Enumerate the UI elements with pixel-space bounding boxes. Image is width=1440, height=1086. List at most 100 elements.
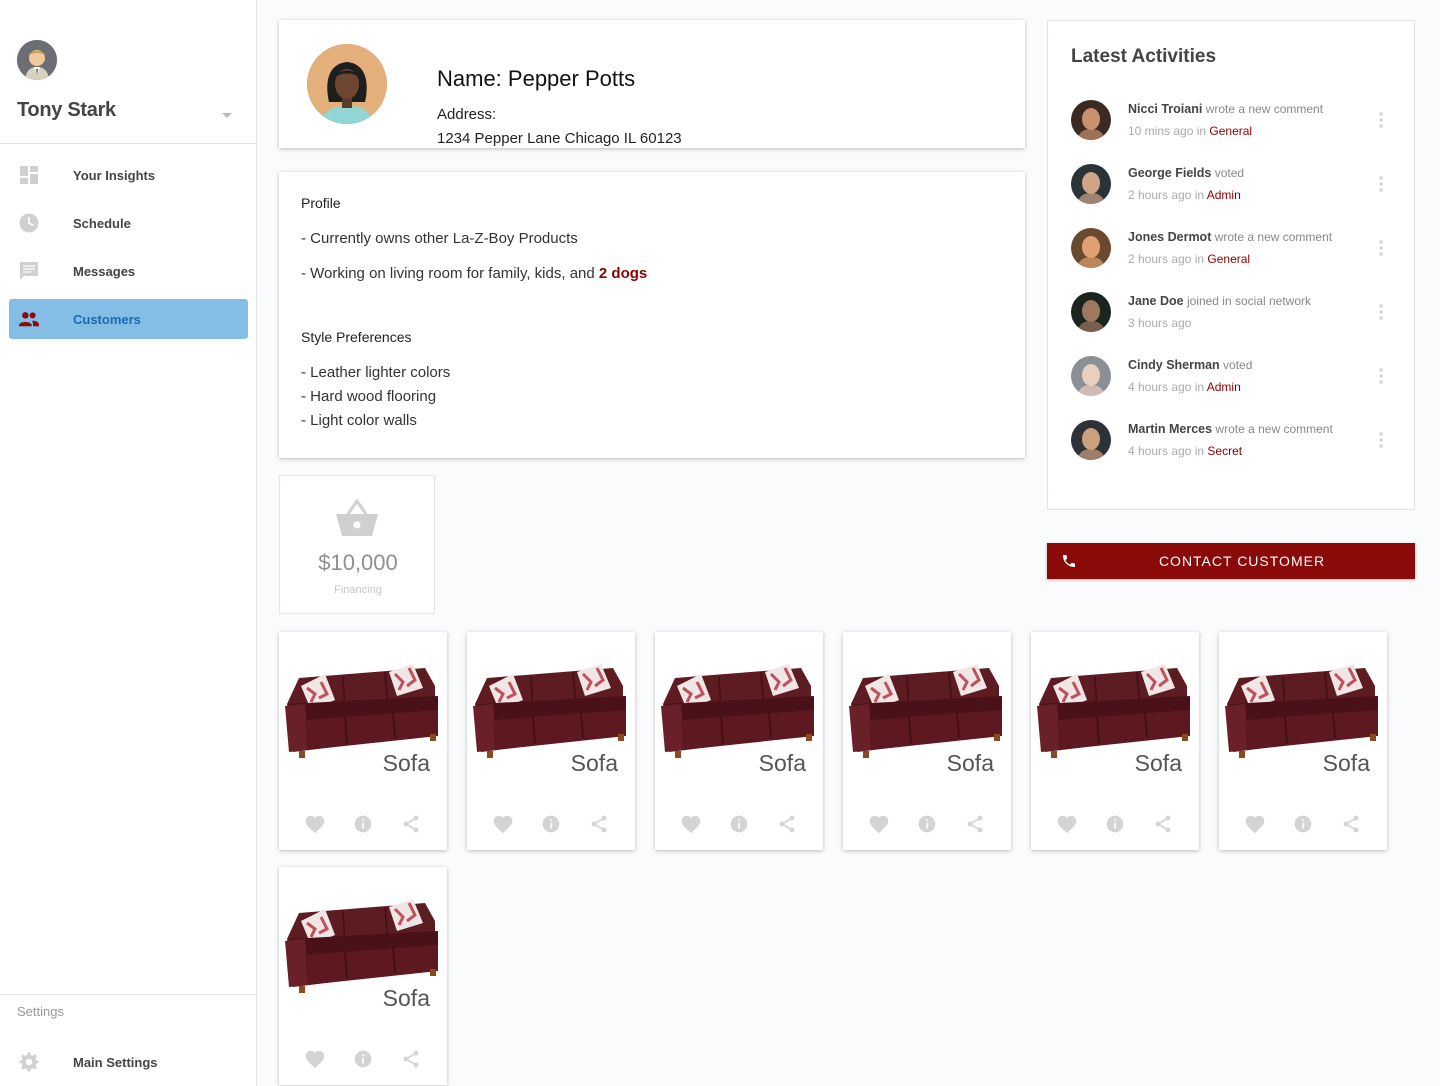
activity-text: Cindy Sherman voted: [1128, 358, 1252, 372]
activity-tag[interactable]: Admin: [1207, 380, 1241, 394]
activity-item[interactable]: Jane Doe joined in social network 3 hours…: [1071, 292, 1401, 340]
customer-name: Name: Pepper Potts: [437, 66, 636, 91]
activity-text: Jane Doe joined in social network: [1128, 294, 1311, 308]
product-card[interactable]: Sofa: [1219, 632, 1387, 850]
activity-tag[interactable]: Admin: [1207, 188, 1241, 202]
activity-meta: 2 hours ago in Admin: [1128, 188, 1241, 202]
contact-customer-button[interactable]: CONTACT CUSTOMER: [1047, 543, 1415, 579]
activity-tag[interactable]: General: [1209, 124, 1252, 138]
product-name: Sofa: [1134, 750, 1182, 776]
activity-avatar: [1071, 420, 1111, 460]
activity-action: voted: [1223, 358, 1253, 372]
contact-button-label: CONTACT CUSTOMER: [1158, 553, 1326, 569]
activity-item[interactable]: George Fields voted 2 hours ago in Admin: [1071, 164, 1401, 212]
product-name: Sofa: [570, 750, 618, 776]
share-icon[interactable]: [964, 814, 986, 834]
address-label: Address:: [437, 106, 497, 123]
more-vert-icon[interactable]: [1379, 304, 1383, 320]
activity-action: wrote a new comment: [1215, 422, 1333, 436]
user-name: Tony Stark: [17, 99, 116, 121]
activity-user-name[interactable]: Martin Merces: [1128, 422, 1212, 436]
more-vert-icon[interactable]: [1379, 240, 1383, 256]
settings-section-label: Settings: [17, 1004, 64, 1019]
activity-user-name[interactable]: Jane Doe: [1128, 294, 1184, 308]
product-name: Sofa: [382, 750, 430, 776]
activity-item[interactable]: Martin Merces wrote a new comment 4 hours…: [1071, 420, 1401, 468]
activity-action: wrote a new comment: [1214, 230, 1333, 244]
info-icon[interactable]: [1104, 814, 1126, 834]
heart-icon[interactable]: [868, 814, 890, 834]
info-icon[interactable]: [540, 814, 562, 834]
info-icon[interactable]: [916, 814, 938, 834]
product-card[interactable]: Sofa: [843, 632, 1011, 850]
more-vert-icon[interactable]: [1379, 432, 1383, 448]
product-name: Sofa: [1322, 750, 1370, 776]
product-card[interactable]: Sofa: [279, 867, 447, 1085]
nav-item-messages[interactable]: Messages: [9, 251, 248, 291]
info-icon[interactable]: [352, 1049, 374, 1069]
nav-label: Messages: [73, 263, 136, 279]
activity-tag[interactable]: Secret: [1207, 444, 1242, 458]
profile-card: Profile - Currently owns other La-Z-Boy …: [279, 172, 1025, 458]
profile-line-text: - Working on living room for family, kid…: [301, 265, 599, 282]
customer-address: 1234 Pepper Lane Chicago IL 60123: [437, 130, 682, 147]
heart-icon[interactable]: [1056, 814, 1078, 834]
style-preferences-heading: Style Preferences: [301, 329, 412, 345]
product-name: Sofa: [758, 750, 806, 776]
product-card[interactable]: Sofa: [655, 632, 823, 850]
more-vert-icon[interactable]: [1379, 368, 1383, 384]
user-avatar[interactable]: [17, 40, 57, 80]
product-name: Sofa: [382, 985, 430, 1011]
user-menu-caret-icon[interactable]: [222, 113, 232, 118]
heart-icon[interactable]: [304, 1049, 326, 1069]
activity-tag[interactable]: General: [1207, 252, 1250, 266]
product-card[interactable]: Sofa: [467, 632, 635, 850]
activity-avatar: [1071, 100, 1111, 140]
clock-icon: [19, 213, 39, 233]
customer-info-card: Name: Pepper Potts Address: 1234 Pepper …: [279, 20, 1025, 148]
people-icon: [19, 312, 39, 327]
product-card[interactable]: Sofa: [1031, 632, 1199, 850]
share-icon[interactable]: [776, 814, 798, 834]
gear-icon: [19, 1052, 39, 1072]
style-item: - Leather lighter colors: [301, 364, 451, 381]
product-card[interactable]: Sofa: [279, 632, 447, 850]
product-name: Sofa: [946, 750, 994, 776]
info-icon[interactable]: [728, 814, 750, 834]
more-vert-icon[interactable]: [1379, 176, 1383, 192]
activity-user-name[interactable]: Jones Dermot: [1128, 230, 1211, 244]
heart-icon[interactable]: [492, 814, 514, 834]
info-icon[interactable]: [1292, 814, 1314, 834]
highlight-text: 2 dogs: [598, 265, 648, 282]
activity-user-name[interactable]: George Fields: [1128, 166, 1211, 180]
activity-user-name[interactable]: Cindy Sherman: [1128, 358, 1220, 372]
share-icon[interactable]: [400, 814, 422, 834]
activity-item[interactable]: Jones Dermot wrote a new comment 2 hours …: [1071, 228, 1401, 276]
activity-avatar: [1071, 292, 1111, 332]
nav-item-your-insights[interactable]: Your Insights: [9, 155, 248, 195]
share-icon[interactable]: [400, 1049, 422, 1069]
heart-icon[interactable]: [680, 814, 702, 834]
share-icon[interactable]: [588, 814, 610, 834]
share-icon[interactable]: [1340, 814, 1362, 834]
profile-heading: Profile: [301, 195, 341, 211]
activity-meta: 4 hours ago in Admin: [1128, 380, 1241, 394]
nav-item-schedule[interactable]: Schedule: [9, 203, 248, 243]
nav-label: Your Insights: [73, 167, 156, 183]
heart-icon[interactable]: [1244, 814, 1266, 834]
activity-text: Martin Merces wrote a new comment: [1128, 422, 1333, 436]
nav-item-customers[interactable]: Customers: [9, 299, 248, 339]
info-icon[interactable]: [352, 814, 374, 834]
financing-amount: $10,000: [318, 550, 398, 575]
nav-item-main-settings[interactable]: Main Settings: [9, 1042, 248, 1082]
share-icon[interactable]: [1152, 814, 1174, 834]
message-icon: [20, 262, 38, 280]
activity-avatar: [1071, 164, 1111, 204]
more-vert-icon[interactable]: [1379, 112, 1383, 128]
activity-item[interactable]: Nicci Troiani wrote a new comment 10 mins…: [1071, 100, 1401, 148]
heart-icon[interactable]: [304, 814, 326, 834]
activity-time: 4 hours ago in: [1128, 380, 1205, 394]
activity-item[interactable]: Cindy Sherman voted 4 hours ago in Admin: [1071, 356, 1401, 404]
activity-text: Nicci Troiani wrote a new comment: [1128, 102, 1323, 116]
activity-user-name[interactable]: Nicci Troiani: [1128, 102, 1202, 116]
